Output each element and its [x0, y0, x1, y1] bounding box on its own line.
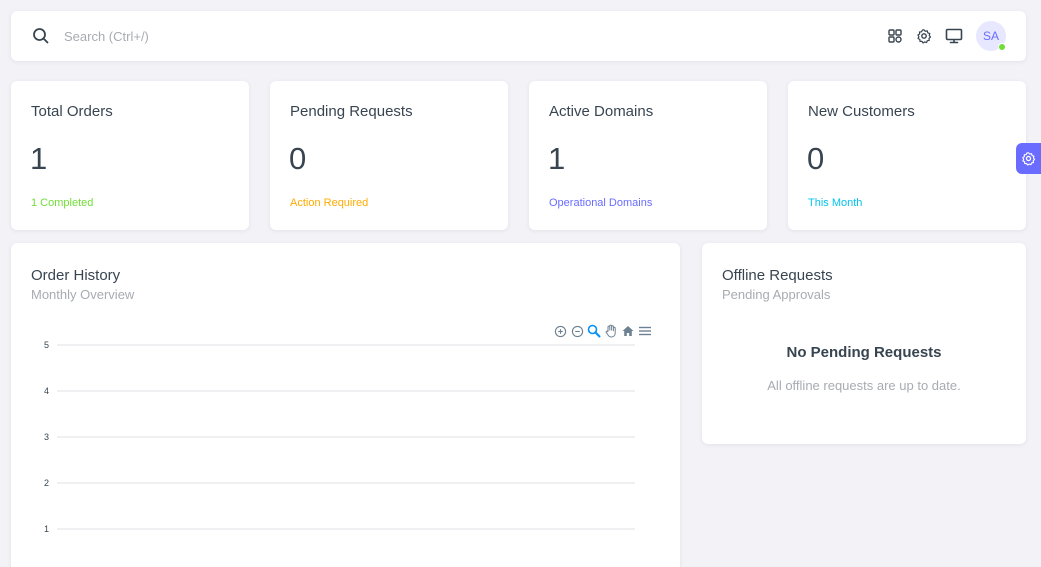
stat-value: 1	[30, 141, 48, 176]
stat-card-total-orders: Total Orders 1 1 Completed	[11, 81, 249, 230]
card-title: Offline Requests	[722, 267, 833, 284]
stat-subtitle: 1 Completed	[31, 197, 94, 209]
y-tick-label: 3	[44, 432, 49, 442]
online-status-dot	[998, 43, 1006, 51]
empty-state-title: No Pending Requests	[786, 344, 942, 361]
stat-value: 0	[289, 141, 307, 176]
card-title: Order History	[31, 267, 121, 284]
stat-title: New Customers	[808, 103, 915, 120]
gear-icon[interactable]	[914, 26, 934, 46]
zoom-selection-icon[interactable]	[587, 324, 601, 338]
y-tick-label: 2	[44, 478, 49, 488]
grid-icon[interactable]	[885, 26, 905, 46]
avatar[interactable]: SA	[976, 21, 1006, 51]
avatar-initials: SA	[982, 29, 999, 43]
stat-title: Pending Requests	[290, 103, 413, 120]
menu-icon[interactable]	[638, 324, 652, 338]
stat-card-pending-requests: Pending Requests 0 Action Required	[270, 81, 508, 230]
top-navbar: SA	[11, 11, 1026, 61]
stat-card-new-customers: New Customers 0 This Month	[788, 81, 1026, 230]
offline-requests-card: Offline Requests Pending Approvals No Pe…	[702, 243, 1026, 444]
card-subtitle: Monthly Overview	[31, 287, 135, 302]
pan-hand-icon[interactable]	[604, 324, 618, 338]
stat-title: Active Domains	[549, 103, 654, 120]
card-subtitle: Pending Approvals	[722, 287, 831, 302]
home-reset-icon[interactable]	[621, 324, 635, 338]
gear-icon	[1022, 152, 1036, 166]
customizer-toggle-button[interactable]	[1016, 143, 1041, 174]
y-tick-label: 1	[44, 524, 49, 534]
monitor-icon[interactable]	[944, 26, 964, 46]
order-history-card: Order History Monthly Overview 1 2 3 4 5	[11, 243, 680, 567]
stat-subtitle: Action Required	[290, 197, 369, 209]
y-tick-label: 4	[44, 386, 49, 396]
zoom-in-icon[interactable]	[553, 324, 567, 338]
stat-card-active-domains: Active Domains 1 Operational Domains	[529, 81, 767, 230]
zoom-out-icon[interactable]	[570, 324, 584, 338]
y-tick-label: 5	[44, 340, 49, 350]
stat-value: 1	[548, 141, 566, 176]
order-history-chart: 1 2 3 4 5	[44, 340, 635, 534]
search-input[interactable]	[64, 24, 324, 48]
search-icon[interactable]	[31, 26, 51, 46]
stat-value: 0	[807, 141, 825, 176]
chart-toolbar	[553, 324, 652, 338]
stat-subtitle: This Month	[808, 197, 863, 209]
empty-state-text: All offline requests are up to date.	[767, 378, 961, 393]
stat-title: Total Orders	[31, 103, 113, 120]
stat-subtitle: Operational Domains	[549, 197, 653, 209]
